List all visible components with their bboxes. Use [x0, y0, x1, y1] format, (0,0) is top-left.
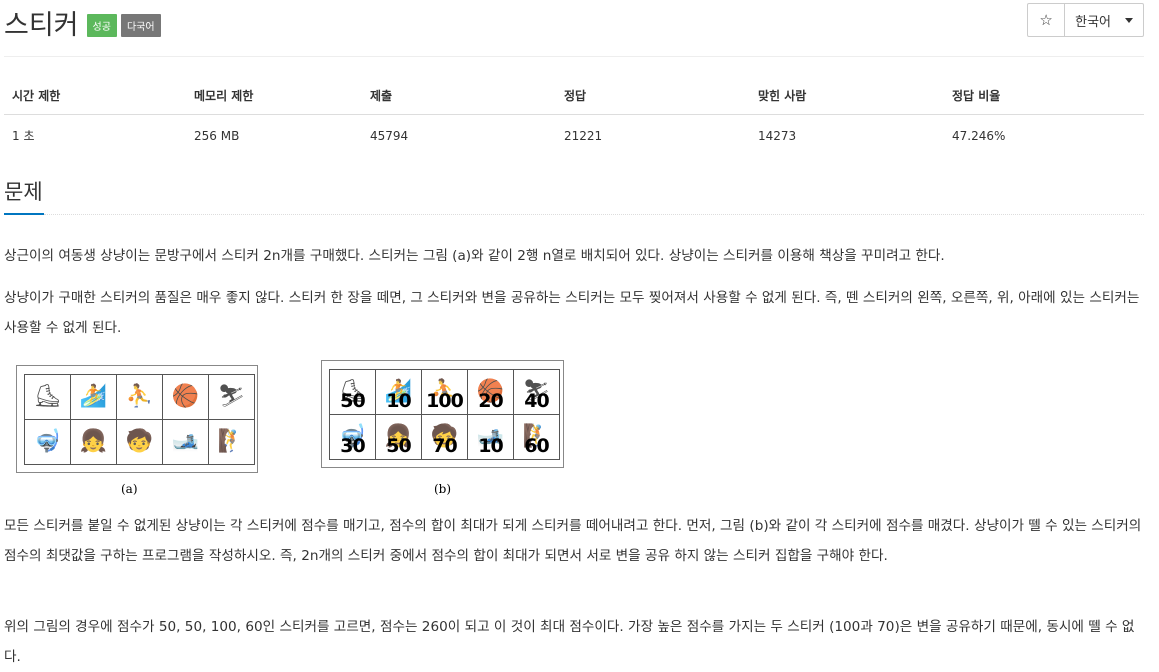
table-header-row: 시간 제한 메모리 제한 제출 정답 맞힌 사람 정답 비율 — [4, 75, 1144, 115]
sticker-image-icon: 👧 — [79, 429, 108, 454]
solved-users: 14273 — [758, 128, 797, 143]
sticker-score: 50 — [386, 435, 411, 457]
sticker-cell: 👧 50 — [376, 415, 422, 460]
figure-a-label: (a) — [121, 482, 138, 496]
sticker-cell: 🎿 10 — [468, 415, 514, 460]
badge-multilang[interactable]: 다국어 — [120, 13, 161, 37]
sticker-score: 50 — [340, 390, 365, 412]
col-header: 정답 — [556, 75, 750, 115]
sticker-cell: ⛷ 40 — [514, 370, 560, 415]
figure-a: ⛸ 🏄 ⛹ 🏀 ⛷ 🤿 👧 🧒 🎿 🧗 — [16, 365, 258, 473]
sticker-cell: ⛸ 50 — [330, 370, 376, 415]
sticker-image-icon: 🏄 — [79, 384, 108, 409]
sticker-image-icon: ⛸ — [33, 384, 62, 409]
sticker-cell: ⛹ 100 — [422, 370, 468, 415]
sticker-cell: 🧒 — [117, 420, 163, 465]
submissions: 45794 — [370, 128, 409, 143]
sticker-image-icon: 🏀 — [171, 384, 200, 409]
problem-page: 스티커 성공 다국어 ☆ 한국어 시간 제한 메모리 제한 제출 정답 맞힌 사… — [0, 0, 1159, 668]
sticker-score: 100 — [426, 390, 464, 412]
section-underline — [4, 213, 44, 215]
sticker-grid-b: ⛸ 50 🏄 10 ⛹ 100 🏀 20 ⛷ 40 🤿 30 👧 50 🧒 70 🎿 10 🧗 60 — [329, 369, 560, 460]
sticker-score: 40 — [524, 390, 549, 412]
problem-paragraph-2: 상냥이가 구매한 스티커의 품질은 매우 좋지 않다. 스티커 한 장을 떼면,… — [4, 290, 1140, 336]
sticker-score: 10 — [386, 390, 411, 412]
problem-paragraph-3: 모든 스티커를 붙일 수 없게된 상냥이는 각 스티커에 점수를 매기고, 점수… — [4, 518, 1142, 564]
sticker-image-icon: 🧗 — [217, 429, 246, 454]
problem-paragraph-1: 상근이의 여동생 상냥이는 문방구에서 스티커 2n개를 구매했다. 스티커는 … — [4, 248, 945, 264]
sticker-image-icon: ⛷ — [217, 384, 246, 409]
sticker-cell: ⛹ — [117, 375, 163, 420]
section-heading-problem: 문제 — [4, 180, 43, 204]
memory-limit: 256 MB — [194, 128, 240, 143]
sticker-score: 10 — [478, 435, 503, 457]
page-title: 스티커 — [4, 9, 79, 41]
figure-b-label: (b) — [434, 482, 452, 496]
title-row: 스티커 성공 다국어 — [4, 4, 165, 41]
star-button[interactable]: ☆ — [1028, 4, 1066, 36]
header-divider — [4, 56, 1144, 57]
accepted: 21221 — [564, 128, 603, 143]
sticker-grid-a: ⛸ 🏄 ⛹ 🏀 ⛷ 🤿 👧 🧒 🎿 🧗 — [24, 374, 255, 465]
sticker-image-icon: 🧒 — [125, 429, 154, 454]
sticker-cell: 🧗 — [209, 420, 255, 465]
problem-info-table: 시간 제한 메모리 제한 제출 정답 맞힌 사람 정답 비율 1 초 256 M… — [4, 75, 1144, 156]
section-rule — [44, 214, 1144, 215]
col-header: 정답 비율 — [944, 75, 1144, 115]
sticker-image-icon: ⛹ — [125, 384, 154, 409]
col-header: 맞힌 사람 — [750, 75, 944, 115]
sticker-cell: ⛷ — [209, 375, 255, 420]
accept-ratio: 47.246% — [952, 128, 1006, 143]
sticker-cell: 🧒 70 — [422, 415, 468, 460]
sticker-cell: 🤿 30 — [330, 415, 376, 460]
sticker-score: 20 — [478, 390, 503, 412]
time-limit: 1 초 — [12, 129, 35, 143]
sticker-cell: 🏄 10 — [376, 370, 422, 415]
sticker-image-icon: 🎿 — [171, 429, 200, 454]
sticker-image-icon: 🤿 — [33, 429, 62, 454]
badge-success: 성공 — [86, 13, 117, 37]
col-header: 메모리 제한 — [186, 75, 362, 115]
language-label: 한국어 — [1075, 14, 1111, 30]
caret-down-icon — [1125, 17, 1133, 23]
sticker-cell: 🏄 — [71, 375, 117, 420]
sticker-cell: 🏀 20 — [468, 370, 514, 415]
sticker-score: 70 — [432, 435, 457, 457]
sticker-cell: 🎿 — [163, 420, 209, 465]
sticker-score: 60 — [524, 435, 549, 457]
sticker-cell: 👧 — [71, 420, 117, 465]
col-header: 제출 — [362, 75, 556, 115]
sticker-cell: 🧗 60 — [514, 415, 560, 460]
col-header: 시간 제한 — [4, 75, 186, 115]
sticker-cell: 🤿 — [25, 420, 71, 465]
language-dropdown[interactable]: 한국어 — [1065, 4, 1143, 36]
problem-paragraph-4: 위의 그림의 경우에 점수가 50, 50, 100, 60인 스티커를 고르면… — [4, 619, 1135, 665]
sticker-score: 30 — [340, 435, 365, 457]
table-row: 1 초 256 MB 45794 21221 14273 47.246% — [4, 115, 1144, 157]
star-icon: ☆ — [1039, 11, 1053, 29]
sticker-cell: ⛸ — [25, 375, 71, 420]
sticker-cell: 🏀 — [163, 375, 209, 420]
top-controls: ☆ 한국어 — [1027, 3, 1144, 37]
figure-b: ⛸ 50 🏄 10 ⛹ 100 🏀 20 ⛷ 40 🤿 30 👧 50 🧒 70 🎿 10 🧗 60 — [321, 360, 564, 468]
